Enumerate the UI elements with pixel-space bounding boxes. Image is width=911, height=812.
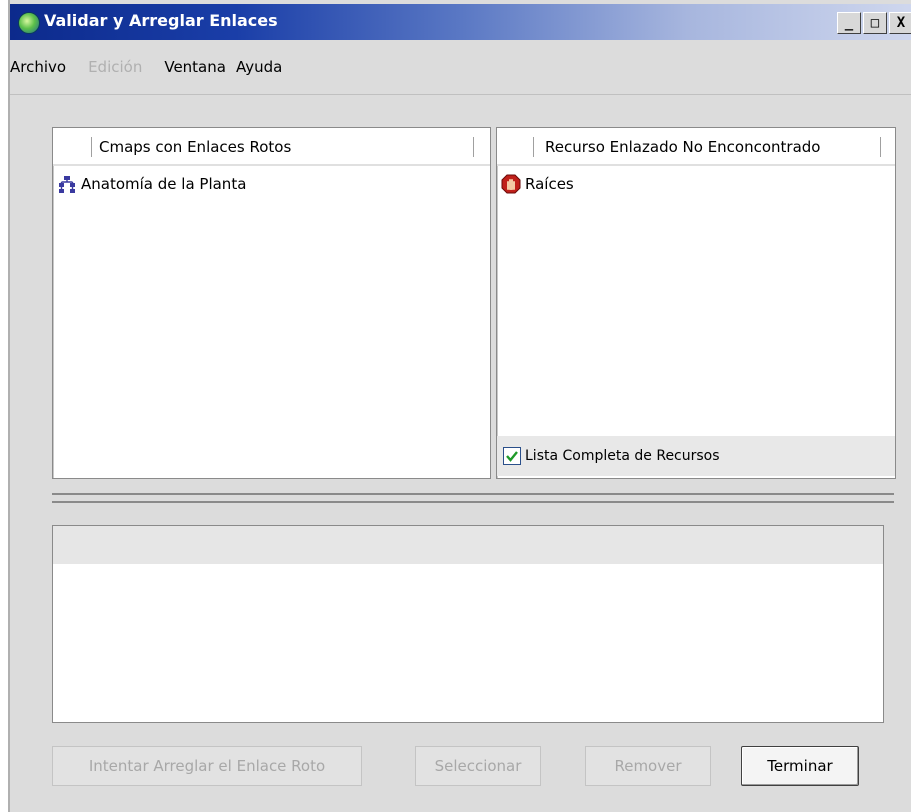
list-item-label: Anatomía de la Planta [81, 175, 247, 193]
menu-archivo[interactable]: Archivo [10, 58, 76, 84]
full-resource-list-option: Lista Completa de Recursos [497, 436, 895, 476]
broken-cmaps-header-label: Cmaps con Enlaces Rotos [99, 138, 292, 156]
menu-ayuda[interactable]: Ayuda [236, 58, 292, 84]
missing-resource-list[interactable]: Recurso Enlazado No Enconcontrado Raíces… [496, 127, 896, 479]
details-panel-header [53, 526, 883, 564]
full-resource-list-checkbox[interactable] [503, 447, 521, 465]
stop-hand-icon [501, 174, 521, 194]
header-divider[interactable] [473, 137, 474, 157]
header-divider [533, 137, 534, 157]
broken-cmaps-list[interactable]: Cmaps con Enlaces Rotos Anatomía de la P… [52, 127, 491, 479]
maximize-button[interactable]: □ [863, 12, 887, 34]
header-divider[interactable] [880, 137, 881, 157]
list-item[interactable]: Raíces [501, 173, 574, 195]
finish-button[interactable]: Terminar [741, 746, 859, 786]
full-resource-list-label: Lista Completa de Recursos [525, 448, 720, 464]
menu-edicion[interactable]: Edición [88, 58, 152, 84]
splitter-handle[interactable] [52, 493, 894, 503]
missing-resource-header-label: Recurso Enlazado No Enconcontrado [545, 138, 821, 156]
fix-broken-link-button[interactable]: Intentar Arreglar el Enlace Roto [52, 746, 362, 786]
broken-cmaps-header: Cmaps con Enlaces Rotos [53, 128, 490, 166]
select-button[interactable]: Seleccionar [415, 746, 541, 786]
menu-separator [10, 94, 911, 95]
menu-ventana[interactable]: Ventana [164, 58, 236, 84]
remove-button[interactable]: Remover [585, 746, 711, 786]
window-title: Validar y Arreglar Enlaces [44, 11, 278, 30]
close-button[interactable]: X [889, 12, 911, 34]
dialog-window: Validar y Arreglar Enlaces _ □ X Archivo… [8, 0, 911, 812]
menu-bar: Archivo Edición Ventana Ayuda [10, 58, 292, 84]
window-controls: _ □ X [837, 12, 911, 34]
app-icon [18, 12, 40, 34]
cmap-icon [57, 174, 77, 194]
minimize-button[interactable]: _ [837, 12, 861, 34]
list-item[interactable]: Anatomía de la Planta [57, 173, 246, 195]
list-item-label: Raíces [525, 175, 574, 193]
details-panel[interactable] [52, 525, 884, 723]
header-divider [91, 137, 92, 157]
title-bar[interactable]: Validar y Arreglar Enlaces _ □ X [10, 4, 911, 40]
missing-resource-header: Recurso Enlazado No Enconcontrado [497, 128, 895, 166]
check-icon [506, 451, 518, 462]
